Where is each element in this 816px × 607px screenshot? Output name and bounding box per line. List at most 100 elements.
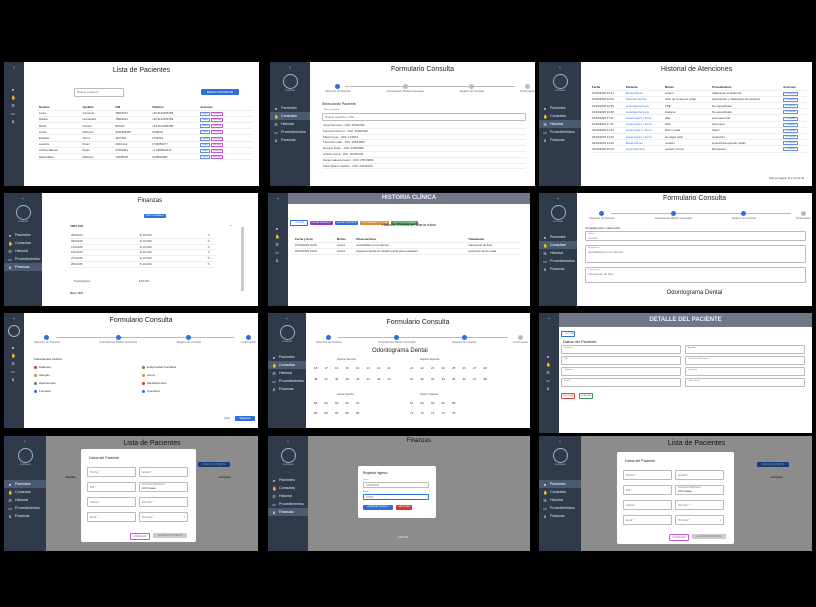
sidebar-item-consultas[interactable]: ✋ [4,93,24,101]
tooth-41[interactable]: 41 [388,377,391,381]
patient-field[interactable]: Dirección [685,367,805,376]
sidebar-item-clipboard[interactable]: ▭ Procedimientos [268,377,306,385]
tooth-15[interactable]: 15 [346,366,349,370]
modal-field[interactable]: Teléfono [623,500,672,510]
tooth-75[interactable]: 75 [452,411,455,415]
tooth-43[interactable]: 43 [367,377,370,381]
tooth-34[interactable]: 34 [442,377,445,381]
tooth-47[interactable]: 47 [325,377,328,381]
sidebar-item-money[interactable]: $ Finanzas [539,265,577,273]
edit-button[interactable]: Editar [200,155,211,159]
modal-field[interactable]: Nombre * [87,467,136,477]
sidebar-item-money[interactable]: $ Finanzas [539,512,581,520]
sidebar-item-finanzas[interactable]: $ [4,375,24,383]
view-detail-button[interactable]: Ver detalle [783,147,798,152]
save-patient-button[interactable]: GUARDAR PACIENTE [153,533,187,538]
sidebar-item-hand[interactable]: ✋ Consultas [4,239,42,247]
sidebar-item-pacientes[interactable]: ● [539,352,559,360]
modal-field[interactable]: Dirección * [139,497,188,507]
sidebar-item-money[interactable]: $ Finanzas [4,263,42,271]
sidebar-item-pacientes[interactable]: ● [4,343,24,351]
tooth-55[interactable]: 55 [314,401,317,405]
tooth-11[interactable]: 11 [388,366,391,370]
modal-field[interactable]: DNI * [623,485,672,495]
chevron-icon[interactable]: ‹ [268,439,308,445]
tooth-33[interactable]: 33 [431,377,434,381]
date-input[interactable]: 16/04/2025 [363,482,429,488]
edit-button[interactable]: Editar [200,148,211,153]
edit-button[interactable]: Editar [200,124,211,128]
sidebar-item-historial[interactable]: ☰ [4,359,24,367]
tooth-42[interactable]: 42 [377,377,380,381]
sidebar-item-consultas[interactable]: ✋ [268,232,288,240]
tooth-37[interactable]: 37 [473,377,476,381]
tooth-26[interactable]: 26 [463,366,466,370]
modal-field[interactable]: Email * [623,515,672,525]
sidebar-item-user[interactable]: ● Pacientes [539,480,581,488]
patient-field[interactable]: Email [561,378,681,387]
sidebar-item-hand[interactable]: ✋ Consultas [539,488,581,496]
antecedent-checkbox[interactable]: Hipertensión [34,381,56,385]
new-patient-button[interactable]: NUEVO PACIENTE [201,89,239,95]
antecedent-checkbox[interactable]: Fumador [34,389,51,393]
sidebar-item-list[interactable]: ☰ Historial [268,492,308,500]
tratamiento-field[interactable]: Tratamiento tratamiento de flúor [585,267,806,283]
sidebar-item-user[interactable]: ● Pacientes [539,104,581,112]
delete-button[interactable]: Eliminar [211,136,223,141]
sidebar-item-hand[interactable]: ✋ Consultas [268,484,308,492]
tooth-52[interactable]: 52 [346,401,349,405]
sidebar-item-user[interactable]: ● Pacientes [268,476,308,484]
sidebar-item-procedimientos[interactable]: ▭ [4,367,24,375]
view-detail-button[interactable]: Ver detalle [783,122,798,127]
tooth-31[interactable]: 31 [410,377,413,381]
sidebar-item-user[interactable]: ● Pacientes [270,104,310,112]
edit-button[interactable]: Editar [200,136,211,141]
view-detail-button[interactable]: Ver detalle [783,135,798,139]
sidebar-item-historial[interactable]: ☰ [539,368,559,376]
sidebar-item-procedimientos[interactable]: ▭ [4,109,24,117]
tooth-18[interactable]: 18 [314,366,317,370]
antecedent-checkbox[interactable]: Diabetes [34,365,51,369]
next-button[interactable]: Siguiente [235,416,255,421]
sidebar-item-money[interactable]: $ Finanzas [539,136,581,144]
pager[interactable]: ‹ › [229,223,232,227]
tooth-44[interactable]: 44 [356,377,359,381]
sidebar-item-user[interactable]: ● Pacientes [268,353,306,361]
tooth-83[interactable]: 83 [335,411,338,415]
delete-button[interactable]: Eliminar [211,155,223,159]
tooth-32[interactable]: 32 [421,377,424,381]
tooth-54[interactable]: 54 [325,401,328,405]
tooth-45[interactable]: 45 [346,377,349,381]
sidebar-item-clipboard[interactable]: ▭ Procedimientos [4,255,42,263]
sidebar-item-finanzas[interactable]: $ [4,117,24,125]
delete-button[interactable]: Eliminar [211,148,223,153]
modal-field[interactable]: Fecha de Nacimiento dd/mm/aaaa [139,482,188,492]
new-income-button[interactable]: NUEVO INGRESO [144,214,166,218]
motivo-field[interactable]: Motivo control [585,231,806,241]
view-detail-button[interactable]: Ver detalle [783,116,798,121]
tooth-53[interactable]: 53 [335,401,338,405]
save-income-button[interactable]: GUARDAR INGRESO [363,505,393,510]
sidebar-item-hand[interactable]: ✋ Consultas [270,112,310,120]
tooth-64[interactable]: 64 [442,401,445,405]
table-cell[interactable]: Lucas Martínez [624,145,665,153]
sidebar-item-pacientes[interactable]: ● [4,85,24,93]
view-detail-button[interactable]: Ver detalle [783,91,798,96]
tooth-72[interactable]: 72 [421,411,424,415]
save-button[interactable]: GUARDAR [579,393,593,399]
chevron-icon[interactable]: › [539,316,559,322]
modal-field[interactable]: Provincia * ▾ [675,515,724,525]
sidebar-item-finanzas[interactable]: $ [268,256,288,264]
modal-field[interactable]: Apellido * [675,470,724,480]
chevron-icon[interactable]: ‹ [4,316,24,322]
sidebar-item-historial[interactable]: ☰ [268,240,288,248]
sidebar-item-clipboard[interactable]: ▭ Procedimientos [4,504,46,512]
tooth-38[interactable]: 38 [484,377,487,381]
delete-button[interactable]: Eliminar [211,130,223,134]
tooth-22[interactable]: 22 [421,366,424,370]
sidebar-item-list[interactable]: ☰ Historial [4,247,42,255]
antecedent-checkbox[interactable]: Medicamentos [142,381,167,385]
tooth-48[interactable]: 48 [314,377,317,381]
sidebar-item-money[interactable]: $ Finanzas [270,136,310,144]
view-detail-button[interactable]: Ver detalle [783,104,798,108]
